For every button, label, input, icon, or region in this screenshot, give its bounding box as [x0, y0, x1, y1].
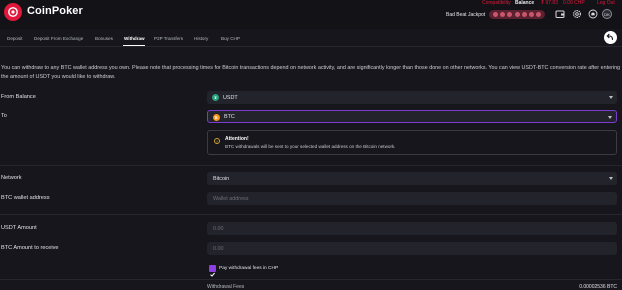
wallet-icon[interactable] [555, 9, 565, 19]
usdt-amount-input[interactable]: 0.00 [207, 222, 617, 235]
usdt-icon: ₮ [212, 94, 219, 101]
logout-link[interactable]: Log Out [597, 0, 615, 6]
chevron-down-icon [608, 115, 612, 119]
jackpot-digit [535, 12, 541, 17]
btc-receive-label: BTC Amount to receive [1, 245, 59, 251]
tab-buy-chp[interactable]: Buy CHP [221, 36, 240, 41]
tab-deposit[interactable]: Deposit [7, 36, 23, 41]
notifications-icon[interactable] [588, 9, 598, 19]
alert-body: BTC withdrawals will be sent to your sel… [225, 144, 396, 149]
tab-history[interactable]: History [194, 36, 208, 41]
divider [0, 214, 622, 215]
usdt-amount-placeholder: 0.00 [213, 225, 224, 232]
from-balance-value: USDT [223, 94, 238, 101]
withdraw-info-text: You can withdraw to any BTC wallet addre… [1, 65, 621, 80]
from-balance-label: From Balance [1, 94, 36, 100]
settings-icon[interactable] [572, 9, 582, 19]
jackpot-digit [493, 12, 499, 17]
jackpot-digit [507, 12, 513, 17]
tab-p2p-transfers[interactable]: P2P Transfers [154, 36, 183, 41]
back-button[interactable] [604, 31, 617, 44]
chevron-down-icon [609, 96, 613, 99]
avatar[interactable]: DK [602, 9, 612, 19]
usdt-amount-label: USDT Amount [1, 225, 37, 231]
chevron-down-icon [609, 177, 613, 180]
btc-icon: ₿ [212, 113, 220, 121]
network-select[interactable]: Bitcoin [207, 172, 617, 185]
pay-fees-label[interactable]: Pay withdrawal fees in CHP [219, 266, 278, 271]
to-currency-value: BTC [224, 114, 235, 120]
wallet-address-label: BTC wallet address [1, 195, 50, 201]
network-label: Network [1, 175, 22, 181]
jackpot-label: Bad Beat Jackpot [446, 12, 486, 18]
wallet-address-placeholder: Wallet address [213, 195, 249, 202]
tab-bonuses[interactable]: Bonuses [95, 36, 113, 41]
balance-chp: 0.00 CHP [563, 0, 585, 6]
logo-text[interactable]: CoinPoker [27, 5, 83, 17]
btc-receive-placeholder: 0.00 [213, 245, 224, 252]
to-label: To [1, 113, 7, 119]
tab-deposit-from-exchange[interactable]: Deposit From Exchange [34, 36, 83, 41]
jackpot-digit [514, 12, 520, 17]
jackpot-digit [521, 12, 527, 17]
active-tab-indicator [123, 45, 145, 46]
compatibility-link[interactable]: Compatibility [482, 0, 511, 6]
divider [0, 165, 622, 166]
tab-withdraw[interactable]: Withdraw [124, 36, 145, 41]
jackpot-digit [500, 12, 506, 17]
divider [0, 279, 622, 280]
withdrawal-fee-label: Withdrawal Fees [207, 284, 245, 290]
wallet-tabs: Deposit Deposit From Exchange Bonuses Wi… [0, 33, 622, 47]
check-icon [210, 272, 215, 277]
pay-fees-checkbox[interactable] [209, 265, 216, 277]
coinpoker-logo-icon[interactable] [4, 3, 22, 21]
alert-title: Attention! [225, 136, 249, 142]
network-value: Bitcoin [213, 175, 230, 182]
btc-receive-input[interactable]: 0.00 [207, 242, 617, 255]
back-arrow-icon [606, 33, 614, 41]
balance-label: Balance [515, 0, 535, 6]
balance-usdt: ₮ 97.83 [541, 0, 558, 6]
jackpot-counter [489, 10, 545, 19]
to-currency-select[interactable]: ₿ BTC [207, 110, 617, 123]
withdrawal-fee-value: 0.00002536 BTC [579, 284, 617, 290]
wallet-address-input[interactable]: Wallet address [207, 192, 617, 205]
attention-alert: ! Attention! BTC withdrawals will be sen… [207, 130, 617, 155]
top-bar: CoinPoker Compatibility Balance ₮ 97.83 … [0, 0, 622, 29]
jackpot-digit [528, 12, 534, 17]
info-icon: ! [214, 138, 220, 144]
from-balance-select[interactable]: ₮ USDT [207, 91, 617, 104]
